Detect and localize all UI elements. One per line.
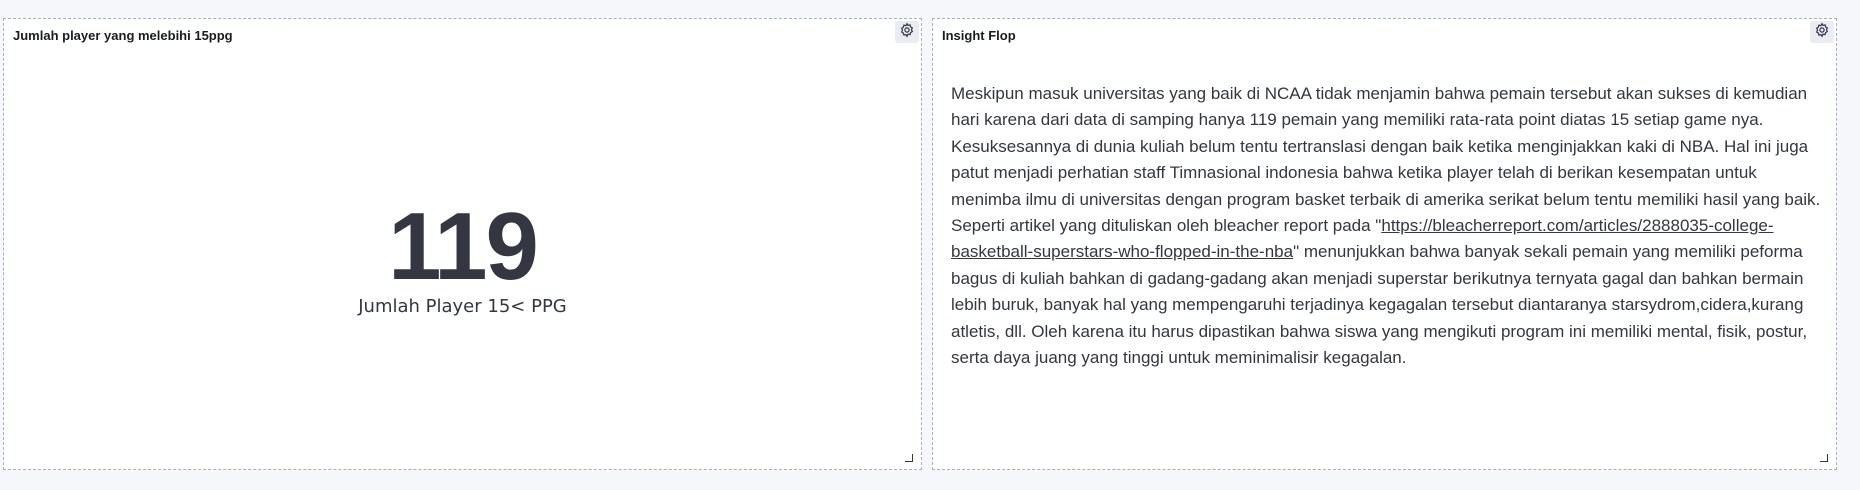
gear-icon: [899, 21, 915, 43]
panel-options-button[interactable]: [895, 21, 919, 43]
resize-handle[interactable]: [905, 454, 913, 462]
insight-text-before-link: Meskipun masuk universitas yang baik di …: [951, 84, 1821, 236]
gear-icon: [1814, 21, 1830, 43]
metric: 119 Jumlah Player 15< PPG: [4, 193, 921, 318]
panel-title: Jumlah player yang melebihi 15ppg: [13, 28, 233, 43]
metric-label: Jumlah Player 15< PPG: [358, 296, 567, 317]
insight-panel: Insight Flop Meskipun masuk universitas …: [932, 18, 1837, 470]
insight-text: Meskipun masuk universitas yang baik di …: [951, 81, 1831, 371]
metric-panel: Jumlah player yang melebihi 15ppg 119 Ju…: [3, 18, 922, 470]
resize-handle[interactable]: [1820, 454, 1828, 462]
panel-title: Insight Flop: [942, 28, 1016, 43]
panel-options-button[interactable]: [1810, 21, 1834, 43]
metric-value: 119: [388, 193, 539, 300]
